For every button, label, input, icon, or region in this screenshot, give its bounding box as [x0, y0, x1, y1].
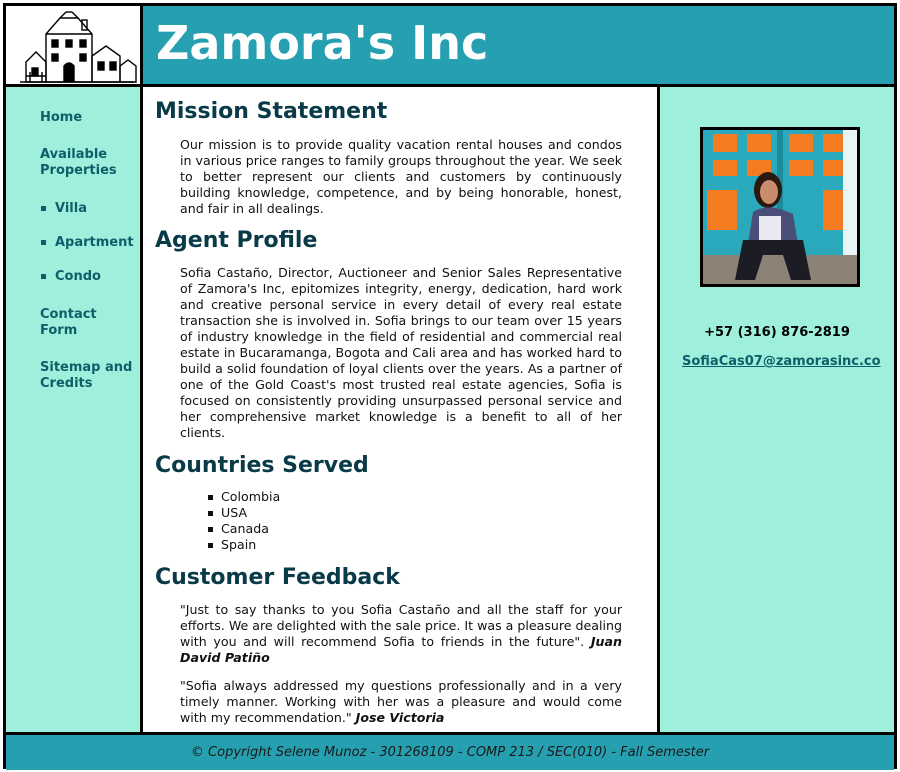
list-item: USA	[207, 505, 280, 521]
copyright-text: © Copyright Selene Munoz - 301268109 - C…	[190, 745, 710, 760]
contact-sidebar: +57 (316) 876-2819 SofiaCas07@zamorasinc…	[660, 87, 894, 732]
mission-heading: Mission Statement	[155, 99, 388, 124]
agent-photo	[700, 127, 860, 287]
nav-link-condo[interactable]: Condo	[55, 269, 101, 285]
contact-phone: +57 (316) 876-2819	[704, 325, 850, 340]
feedback-heading: Customer Feedback	[155, 565, 400, 590]
house-logo-icon	[20, 11, 137, 83]
countries-list: Colombia USA Canada Spain	[207, 489, 281, 553]
bullet-icon	[41, 240, 46, 245]
feedback-quote: "Just to say thanks to you Sofia Castaño…	[180, 602, 622, 649]
nav-link-home[interactable]: Home	[40, 110, 82, 126]
nav-link-apartment[interactable]: Apartment	[55, 235, 134, 251]
agent-text: Sofia Castaño, Director, Auctioneer and …	[180, 265, 622, 440]
list-item: Spain	[207, 537, 280, 553]
logo[interactable]	[6, 6, 140, 84]
bullet-icon	[41, 274, 46, 279]
list-item: Colombia	[207, 489, 281, 504]
feedback-author: Jose Victoria	[355, 710, 445, 725]
nav-link-contact-form[interactable]: Contact Form	[40, 307, 120, 339]
contact-email-link[interactable]: SofiaCas07@zamorasinc.co	[682, 354, 881, 369]
sidebar-nav: Home Available Properties Villa Apartmen…	[6, 87, 140, 732]
feedback-item: "Sofia always addressed my questions pro…	[180, 678, 622, 726]
mission-text: Our mission is to provide quality vacati…	[180, 137, 622, 216]
nav-link-sitemap[interactable]: Sitemap and Credits	[40, 360, 135, 392]
bullet-icon	[41, 206, 46, 211]
site-header: Zamora's Inc	[143, 6, 894, 84]
list-item: Canada	[207, 521, 280, 537]
site-footer: © Copyright Selene Munoz - 301268109 - C…	[6, 735, 894, 770]
feedback-item: "Just to say thanks to you Sofia Castaño…	[180, 602, 622, 666]
main-content: Mission Statement Our mission is to prov…	[143, 87, 657, 732]
page-frame: Zamora's Inc Home Available Properties V…	[3, 3, 897, 770]
site-title: Zamora's Inc	[156, 16, 489, 70]
agent-photo-image	[703, 130, 857, 284]
countries-heading: Countries Served	[155, 453, 369, 478]
nav-link-available-properties[interactable]: Available Properties	[40, 147, 130, 179]
agent-heading: Agent Profile	[155, 228, 318, 253]
nav-link-villa[interactable]: Villa	[55, 201, 87, 217]
